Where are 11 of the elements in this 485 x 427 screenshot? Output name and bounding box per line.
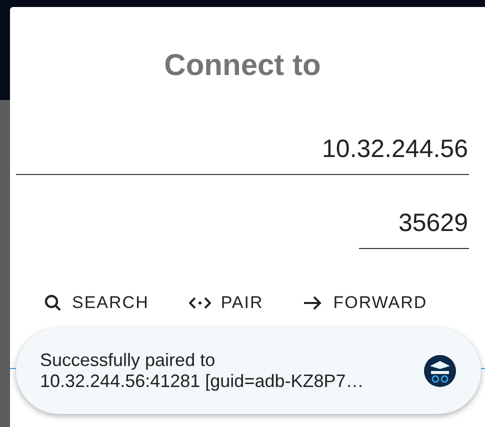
robot-icon xyxy=(423,354,457,388)
code-icon xyxy=(188,295,211,311)
dialog-title: Connect to xyxy=(163,49,322,83)
search-icon xyxy=(44,294,62,312)
pair-button[interactable]: PAIR xyxy=(188,293,264,313)
arrow-icon xyxy=(303,295,324,311)
port-field[interactable]: 35629 xyxy=(359,209,469,249)
forward-button[interactable]: FORWARD xyxy=(303,293,428,313)
search-button[interactable]: SEARCH xyxy=(44,293,149,313)
toast-message: Successfully paired to 10.32.244.56:41281 [guid=adb-KZ8P7… xyxy=(40,350,364,392)
host-field[interactable]: 10.32.244.56 xyxy=(16,135,469,175)
